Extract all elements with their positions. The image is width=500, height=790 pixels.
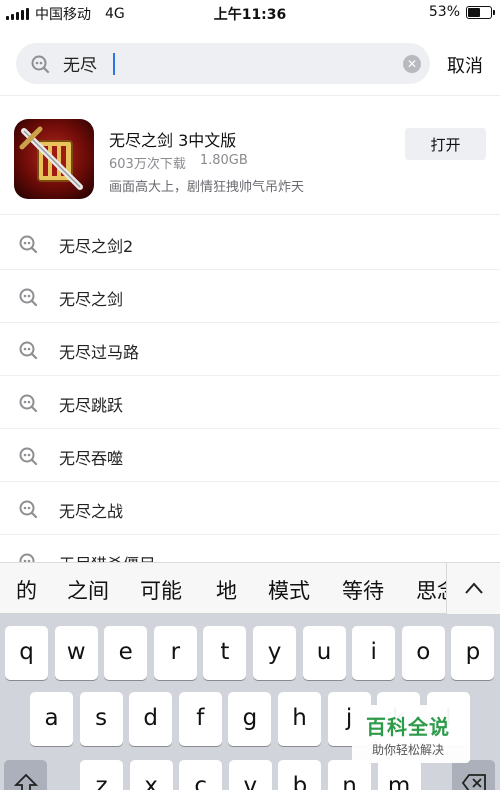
text-cursor: [113, 53, 115, 75]
status-bar: 中国移动 4G 上午11:36 53%: [0, 0, 500, 26]
suggestion-item[interactable]: 无尽之剑: [0, 270, 500, 323]
candidate-word[interactable]: 可能: [140, 575, 182, 605]
suggestion-item[interactable]: 无尽跳跃: [0, 376, 500, 429]
search-icon: [19, 447, 38, 466]
app-icon-artwork: [19, 126, 83, 190]
app-description: 画面高大上，剧情狂拽帅气吊炸天: [109, 180, 305, 195]
expand-candidates-button[interactable]: [446, 563, 500, 614]
search-icon: [19, 553, 35, 562]
suggestion-item[interactable]: 无尽过马路: [0, 323, 500, 376]
shift-icon: [13, 773, 38, 790]
suggestion-text: 无尽之战: [59, 502, 124, 521]
app-result-card[interactable]: 无尽之剑 3中文版 603万次下载 1.80GB 画面高大上，剧情狂拽帅气吊炸天…: [0, 105, 500, 215]
app-meta: 603万次下载 1.80GB: [109, 153, 248, 172]
key-t[interactable]: t: [203, 626, 247, 680]
key-n[interactable]: n: [328, 760, 371, 790]
search-header: ✕ 取消: [0, 36, 500, 96]
candidate-word[interactable]: 的: [16, 575, 37, 605]
battery-percent: 53%: [428, 4, 460, 20]
status-time: 上午11:36: [213, 7, 287, 23]
battery-icon: [466, 5, 495, 19]
key-i[interactable]: i: [352, 626, 396, 680]
suggestion-text: 无尽之剑: [59, 290, 124, 309]
key-e[interactable]: e: [104, 626, 148, 680]
search-icon: [19, 288, 38, 307]
shift-key[interactable]: [4, 760, 47, 790]
suggestion-item[interactable]: 无尽猎杀僵尸: [0, 535, 500, 562]
key-a[interactable]: a: [30, 692, 73, 746]
watermark-title: 百科全说: [366, 715, 450, 739]
clear-search-icon[interactable]: ✕: [403, 55, 421, 73]
backspace-key[interactable]: [452, 760, 495, 790]
key-y[interactable]: y: [253, 626, 296, 680]
key-s[interactable]: s: [79, 692, 123, 746]
search-icon: [31, 55, 50, 74]
search-icon: [19, 235, 38, 254]
key-b[interactable]: b: [278, 760, 322, 790]
suggestion-item[interactable]: 无尽之战: [0, 482, 500, 535]
sword-shield-app-icon[interactable]: [14, 119, 94, 199]
suggestion-text: 无尽跳跃: [59, 396, 124, 415]
key-q[interactable]: q: [5, 626, 48, 680]
key-h[interactable]: h: [278, 692, 321, 746]
candidate-word[interactable]: 之间: [67, 575, 109, 605]
search-icon: [19, 394, 38, 413]
app-downloads: 603万次下载: [109, 157, 186, 172]
suggestion-text: 无尽过马路: [59, 343, 140, 362]
key-d[interactable]: d: [129, 692, 173, 746]
search-field[interactable]: ✕: [16, 43, 430, 84]
watermark-logo: 百科全说 助你轻松解决: [352, 705, 470, 763]
key-z[interactable]: z: [80, 760, 123, 790]
chevron-up-icon: [465, 582, 483, 594]
key-g[interactable]: g: [228, 692, 272, 746]
candidate-word[interactable]: 模式: [268, 575, 310, 605]
suggestion-text: 无尽之剑2: [59, 237, 134, 256]
suggestion-text: 无尽猎杀僵尸: [59, 551, 155, 562]
key-u[interactable]: u: [302, 626, 346, 680]
key-p[interactable]: p: [451, 626, 495, 680]
watermark-subtitle: 助你轻松解决: [372, 743, 445, 757]
suggestion-text: 无尽吞噬: [59, 449, 124, 468]
cancel-button[interactable]: 取消: [447, 52, 483, 78]
app-size: 1.80GB: [199, 153, 248, 168]
key-r[interactable]: r: [153, 626, 197, 680]
candidate-bar: 思念 等待 模式地可能 之间的: [0, 562, 500, 614]
search-icon: [19, 341, 38, 360]
backspace-icon: [461, 774, 486, 790]
status-right: 53%: [428, 4, 495, 20]
suggestion-item[interactable]: 无尽之剑2: [0, 217, 500, 270]
key-f[interactable]: f: [178, 692, 222, 746]
candidate-word[interactable]: 地: [216, 575, 237, 605]
key-c[interactable]: c: [179, 760, 223, 790]
key-o[interactable]: o: [401, 626, 445, 680]
battery-fill: [468, 7, 480, 17]
open-app-button[interactable]: 打开: [405, 128, 486, 160]
suggestion-list: 无尽之剑2 无尽之剑无尽过马路无尽跳跃无尽吞噬无尽之战无尽猎杀僵尸: [0, 217, 500, 562]
key-v[interactable]: v: [228, 760, 272, 790]
key-m[interactable]: m: [377, 760, 421, 790]
candidate-word[interactable]: 等待: [342, 575, 384, 605]
key-w[interactable]: w: [54, 626, 98, 680]
key-x[interactable]: x: [129, 760, 173, 790]
suggestion-item[interactable]: 无尽吞噬: [0, 429, 500, 482]
search-icon: [19, 500, 38, 519]
app-title: 无尽之剑 3中文版: [109, 131, 237, 150]
